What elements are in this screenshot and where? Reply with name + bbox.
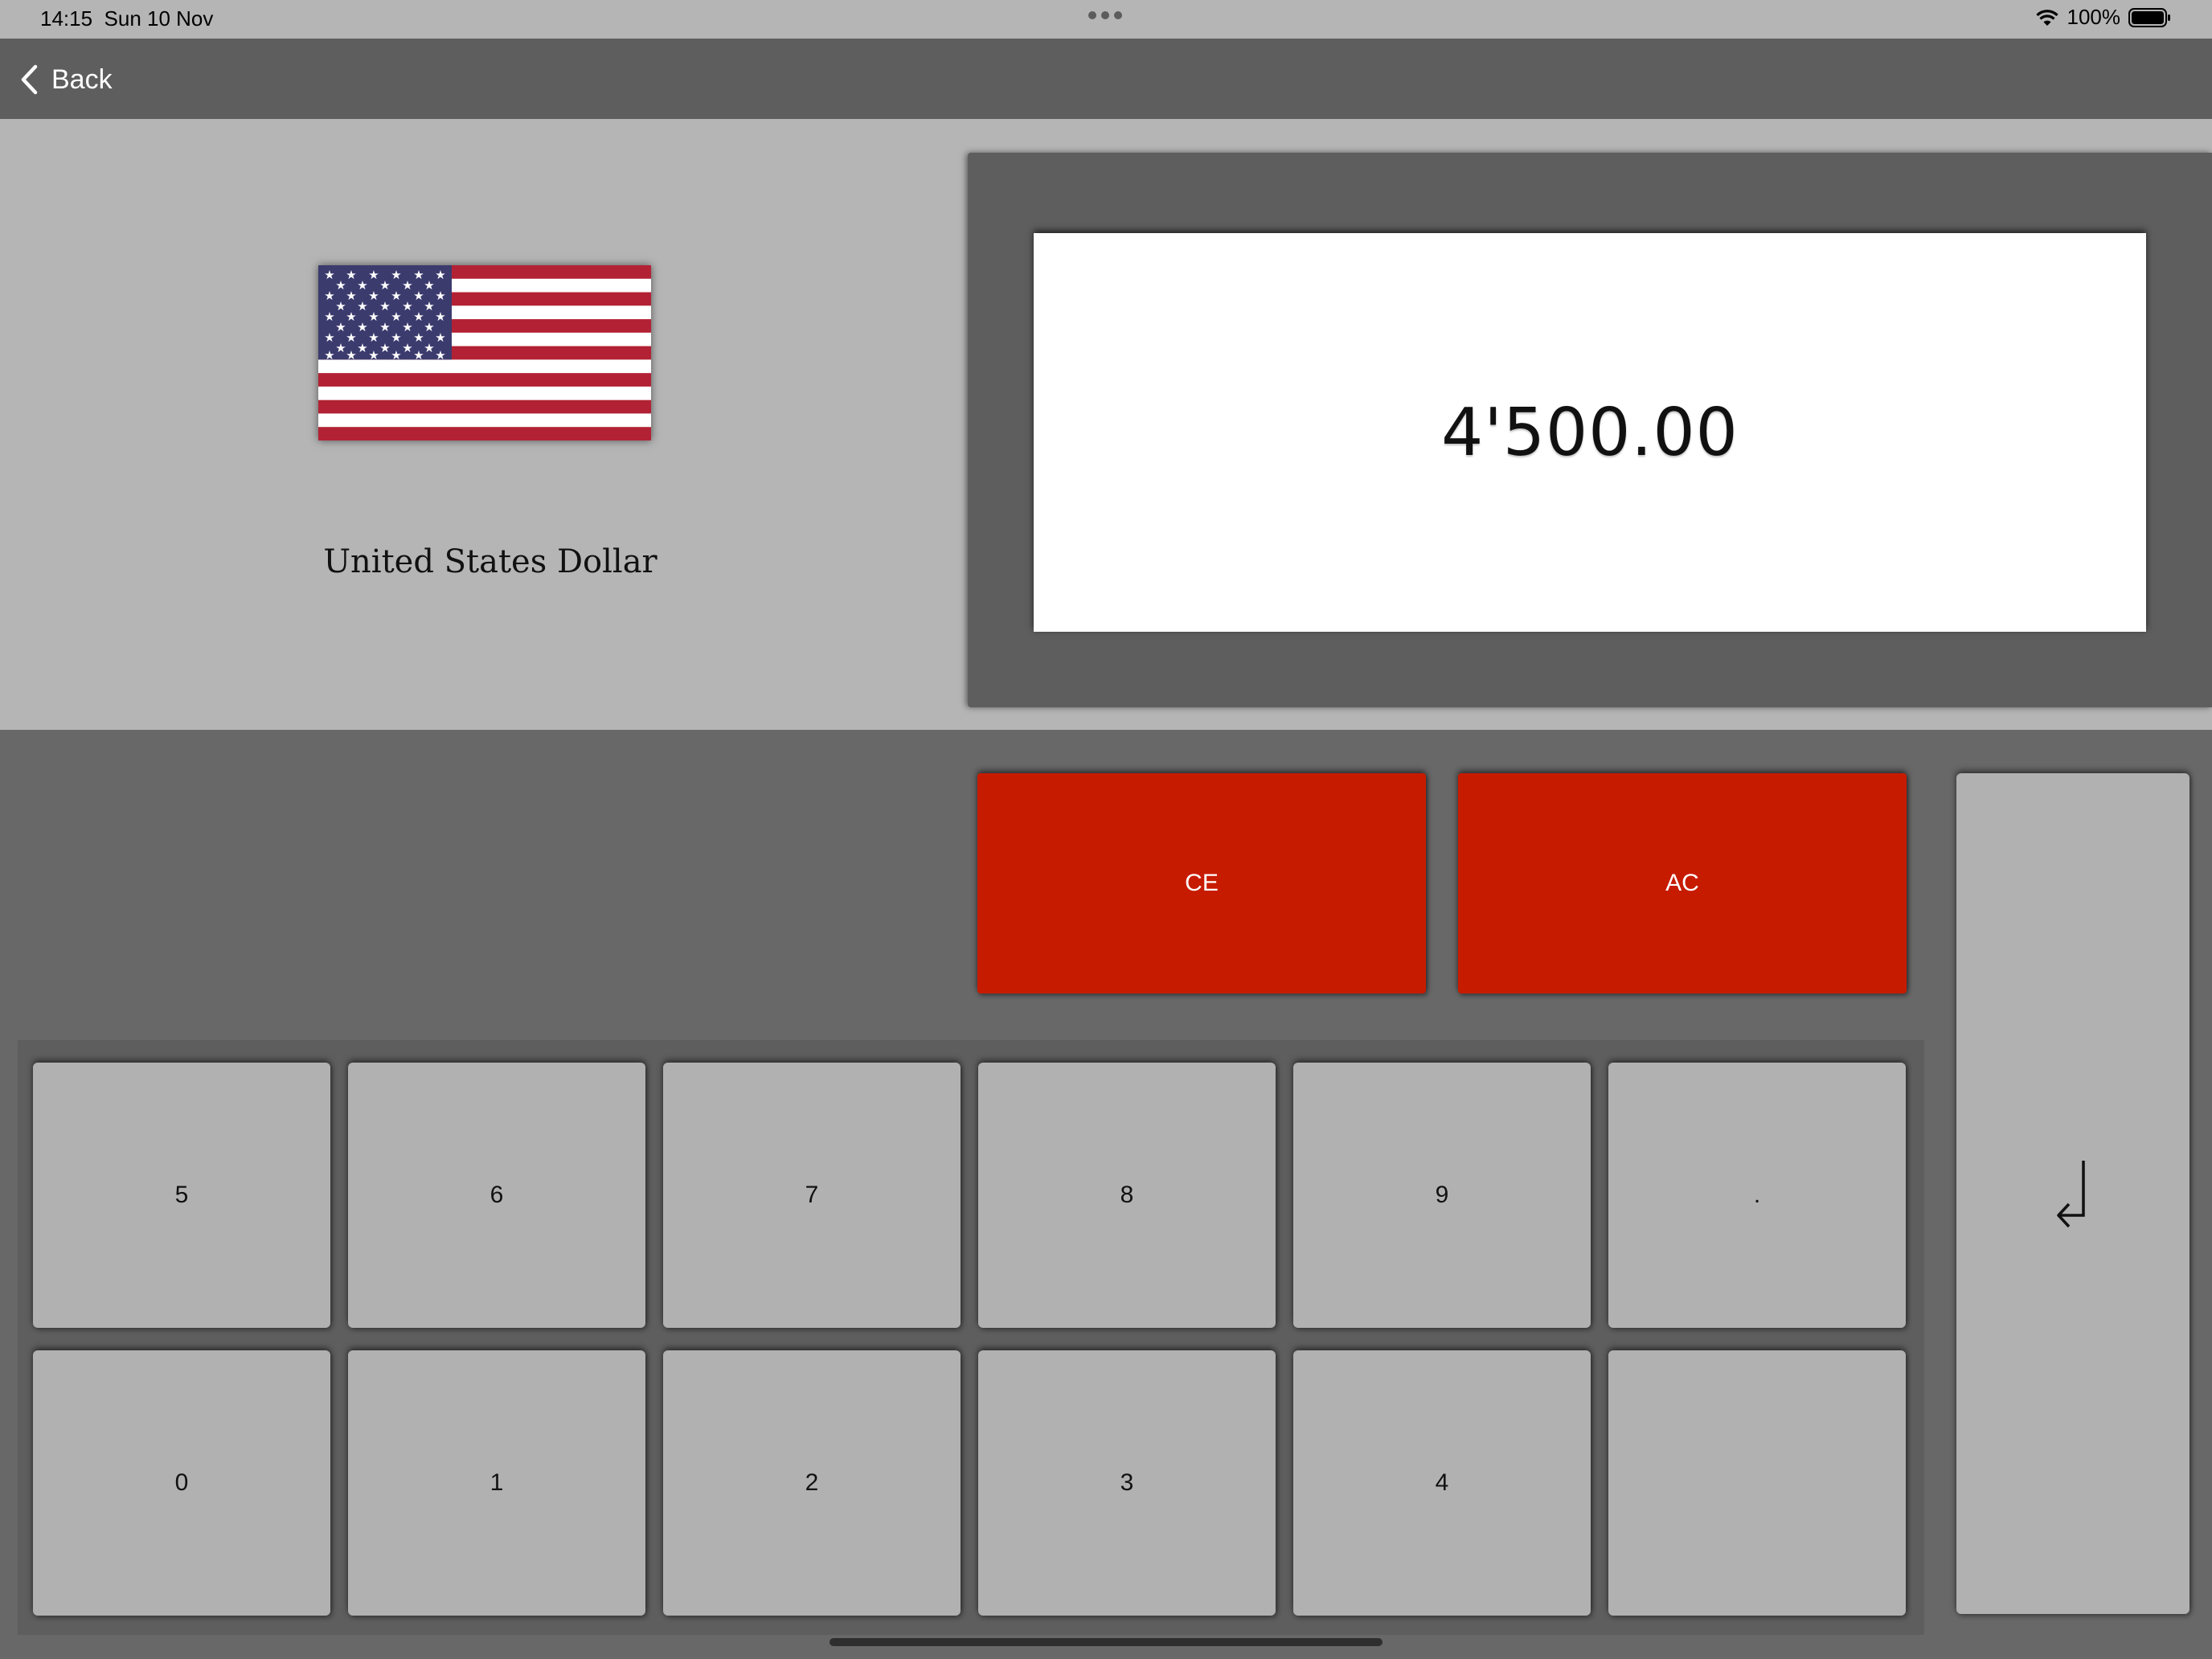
amount-display: 4'500.00 bbox=[1034, 233, 2146, 632]
wifi-icon bbox=[2035, 9, 2058, 26]
svg-text:★: ★ bbox=[379, 299, 390, 313]
svg-text:★: ★ bbox=[368, 309, 379, 324]
multitasking-dots-icon[interactable] bbox=[1088, 11, 1124, 24]
us-flag-icon: ★ ★ ★ ★ ★ ★ ★ ★ ★ ★ ★ ★ ★ ★ ★ ★ ★ ★ ★ ★ ★ ★ ★ ★ ★ ★ ★ ★ ★ ★ ★ ★ ★ ★… bbox=[318, 265, 651, 440]
svg-text:★: ★ bbox=[324, 309, 334, 324]
svg-text:★: ★ bbox=[346, 348, 356, 363]
svg-text:★: ★ bbox=[368, 268, 379, 282]
currency-name: United States Dollar bbox=[323, 543, 657, 580]
svg-text:★: ★ bbox=[346, 309, 356, 324]
key-1[interactable]: 1 bbox=[348, 1350, 645, 1616]
svg-text:★: ★ bbox=[424, 320, 434, 334]
all-clear-button[interactable]: AC bbox=[1458, 773, 1907, 993]
svg-text:★: ★ bbox=[391, 268, 401, 282]
svg-text:★: ★ bbox=[379, 341, 390, 355]
svg-text:★: ★ bbox=[335, 278, 346, 293]
svg-text:★: ★ bbox=[413, 289, 424, 303]
svg-text:★: ★ bbox=[424, 341, 434, 355]
svg-text:★: ★ bbox=[424, 299, 434, 313]
back-label: Back bbox=[51, 63, 113, 95]
svg-text:★: ★ bbox=[368, 330, 379, 345]
svg-text:★: ★ bbox=[324, 268, 334, 282]
svg-text:★: ★ bbox=[357, 299, 367, 313]
svg-text:★: ★ bbox=[435, 348, 445, 363]
svg-text:★: ★ bbox=[357, 278, 367, 293]
svg-text:★: ★ bbox=[413, 268, 424, 282]
svg-text:★: ★ bbox=[413, 330, 424, 345]
digit-keypad: 5 6 7 8 9 . 0 1 2 3 4 bbox=[18, 1040, 1924, 1635]
battery-percent: 100% bbox=[2067, 5, 2121, 29]
svg-text:★: ★ bbox=[379, 278, 390, 293]
svg-text:★: ★ bbox=[435, 268, 445, 282]
svg-text:★: ★ bbox=[368, 289, 379, 303]
svg-text:★: ★ bbox=[402, 278, 412, 293]
key-2[interactable]: 2 bbox=[663, 1350, 961, 1616]
key-6[interactable]: 6 bbox=[348, 1063, 645, 1328]
svg-text:★: ★ bbox=[324, 348, 334, 363]
svg-text:★: ★ bbox=[335, 341, 346, 355]
key-0[interactable]: 0 bbox=[33, 1350, 330, 1616]
clear-entry-button[interactable]: CE bbox=[977, 773, 1426, 993]
status-indicators: 100% bbox=[2035, 5, 2173, 30]
svg-text:★: ★ bbox=[424, 278, 434, 293]
svg-text:★: ★ bbox=[357, 341, 367, 355]
status-time-clock: 14:15 bbox=[40, 6, 93, 31]
svg-text:★: ★ bbox=[413, 309, 424, 324]
svg-text:★: ★ bbox=[391, 289, 401, 303]
chevron-left-icon bbox=[21, 64, 38, 95]
svg-text:★: ★ bbox=[346, 268, 356, 282]
svg-text:★: ★ bbox=[391, 348, 401, 363]
svg-text:★: ★ bbox=[346, 289, 356, 303]
key-decimal[interactable]: . bbox=[1608, 1063, 1906, 1328]
svg-text:★: ★ bbox=[435, 309, 445, 324]
key-3[interactable]: 3 bbox=[978, 1350, 1276, 1616]
back-button[interactable]: Back bbox=[19, 59, 113, 100]
svg-text:★: ★ bbox=[435, 289, 445, 303]
svg-text:★: ★ bbox=[402, 341, 412, 355]
home-indicator[interactable] bbox=[830, 1638, 1382, 1646]
key-7[interactable]: 7 bbox=[663, 1063, 961, 1328]
svg-text:★: ★ bbox=[391, 330, 401, 345]
svg-text:★: ★ bbox=[335, 299, 346, 313]
enter-button[interactable] bbox=[1956, 773, 2189, 1614]
key-blank[interactable] bbox=[1608, 1350, 1906, 1616]
svg-text:★: ★ bbox=[357, 320, 367, 334]
status-date: Sun 10 Nov bbox=[104, 6, 214, 31]
svg-text:★: ★ bbox=[402, 320, 412, 334]
svg-text:★: ★ bbox=[435, 330, 445, 345]
svg-text:★: ★ bbox=[324, 330, 334, 345]
svg-text:★: ★ bbox=[402, 299, 412, 313]
svg-text:★: ★ bbox=[391, 309, 401, 324]
svg-text:★: ★ bbox=[379, 320, 390, 334]
battery-icon bbox=[2128, 7, 2170, 27]
svg-text:★: ★ bbox=[335, 320, 346, 334]
status-time: 14:15 Sun 10 Nov bbox=[40, 6, 213, 31]
key-9[interactable]: 9 bbox=[1293, 1063, 1591, 1328]
svg-text:★: ★ bbox=[324, 289, 334, 303]
svg-text:★: ★ bbox=[346, 330, 356, 345]
navigation-bar bbox=[0, 39, 2212, 119]
amount-value: 4'500.00 bbox=[1441, 394, 1739, 471]
key-5[interactable]: 5 bbox=[33, 1063, 330, 1328]
svg-text:★: ★ bbox=[413, 348, 424, 363]
key-8[interactable]: 8 bbox=[978, 1063, 1276, 1328]
svg-text:★: ★ bbox=[368, 348, 379, 363]
key-4[interactable]: 4 bbox=[1293, 1350, 1591, 1616]
return-arrow-icon bbox=[2057, 1161, 2085, 1228]
